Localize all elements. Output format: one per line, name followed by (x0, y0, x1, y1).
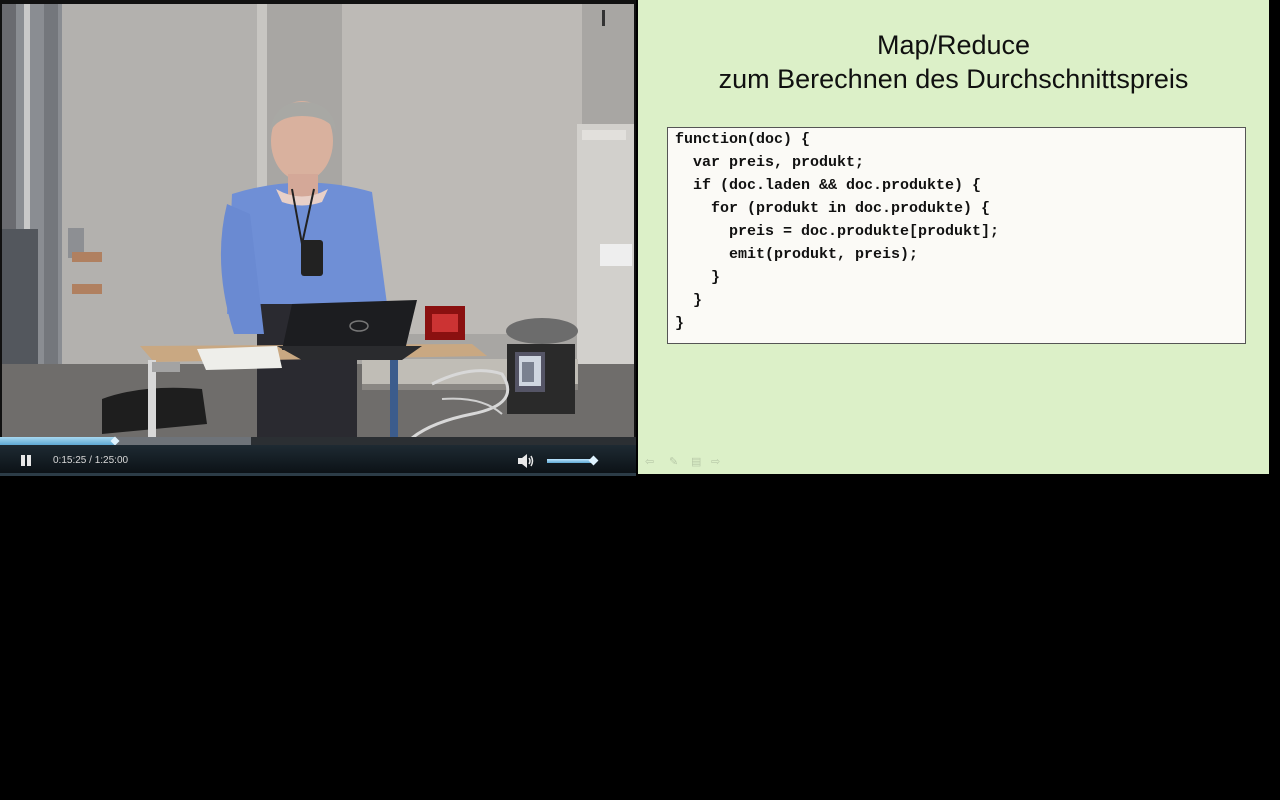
volume-handle[interactable] (588, 455, 599, 466)
time-separator: / (86, 455, 95, 466)
code-line: } (675, 269, 721, 286)
slide-title-line-2: zum Berechnen des Durchschnittspreis (718, 64, 1189, 94)
duration: 1:25:00 (94, 455, 129, 466)
lecture-video-image (2, 4, 634, 438)
code-block: function(doc) { var preis, produkt; if (… (667, 127, 1246, 344)
pause-button[interactable] (14, 451, 38, 471)
code-line: } (675, 315, 685, 332)
arrow-right-icon[interactable]: ⇨ (711, 456, 723, 468)
volume-slider[interactable] (547, 455, 599, 466)
code-line: if (doc.laden && doc.produkte) { (675, 177, 982, 194)
volume-icon (518, 454, 534, 468)
code-line: } (675, 292, 703, 309)
code-line: for (produkt in doc.produkte) { (675, 200, 991, 217)
seek-bar[interactable] (0, 436, 636, 446)
arrow-left-icon[interactable]: ⇦ (645, 456, 657, 468)
pause-icon (27, 455, 31, 466)
code-line: preis = doc.produkte[produkt]; (675, 223, 1000, 240)
slide-title: Map/Reduce zum Berechnen des Durchschnitt… (638, 28, 1269, 96)
slide-panel: Map/Reduce zum Berechnen des Durchschnitt… (638, 0, 1269, 474)
mute-button[interactable] (516, 452, 536, 470)
video-player[interactable]: 0:15:25 / 1:25:00 (0, 0, 636, 476)
volume-level (547, 459, 594, 463)
player-control-bar: 0:15:25 / 1:25:00 (0, 445, 636, 476)
code-line: emit(produkt, preis); (675, 246, 919, 263)
slide-title-line-1: Map/Reduce (876, 30, 1031, 60)
screen-icon[interactable]: ▤ (691, 456, 703, 468)
code-line: var preis, produkt; (675, 154, 865, 171)
code-line: function(doc) { (675, 131, 811, 148)
pause-icon (21, 455, 25, 466)
pen-icon[interactable]: ✎ (669, 456, 681, 468)
current-time: 0:15:25 (53, 455, 87, 466)
video-frame[interactable] (2, 4, 634, 438)
time-display: 0:15:25 / 1:25:00 (53, 455, 128, 466)
seek-played-range (0, 437, 116, 445)
